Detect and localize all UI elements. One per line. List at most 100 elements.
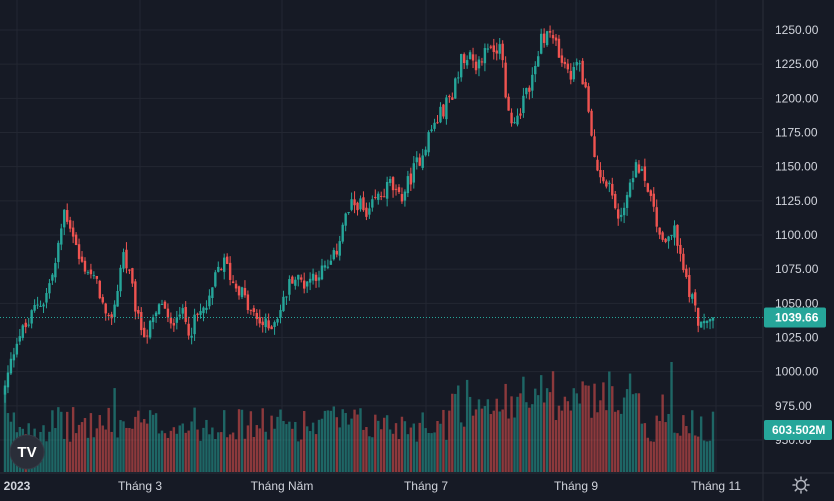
candle-body — [314, 274, 318, 281]
volume-bar — [525, 402, 528, 472]
volume-bar — [205, 419, 208, 472]
x-tick-label: 2023 — [4, 479, 31, 493]
volume-bar — [311, 422, 315, 472]
candle-body — [134, 281, 137, 312]
candle-body — [661, 232, 664, 240]
candle-body — [143, 327, 146, 338]
volume-bar — [702, 440, 706, 472]
candle-body — [685, 268, 688, 278]
volume-bar — [442, 409, 445, 472]
volume-bar — [154, 413, 158, 472]
candle-body — [542, 33, 546, 43]
settings-gear-icon[interactable] — [792, 476, 810, 494]
candle-body — [107, 314, 110, 316]
volume-bar — [122, 421, 125, 472]
volume-bar — [116, 437, 119, 472]
volume-bar — [667, 413, 670, 472]
candle-body — [694, 292, 697, 306]
candle-body — [125, 249, 128, 269]
candle-body — [415, 157, 418, 163]
volume-bar — [128, 428, 131, 472]
candle-body — [252, 308, 256, 312]
candle-body — [122, 252, 125, 269]
volume-bar — [243, 438, 247, 472]
volume-bar — [223, 410, 226, 472]
volume-bar — [137, 410, 140, 472]
candle-body — [462, 54, 466, 64]
volume-bar — [611, 386, 614, 472]
candle-body — [513, 122, 516, 124]
volume-bar — [433, 432, 436, 472]
volume-bar — [409, 427, 413, 472]
grid — [0, 0, 834, 501]
volume-bar — [356, 414, 359, 472]
candle-body — [427, 132, 430, 153]
volume-bar — [380, 429, 383, 472]
candle-body — [347, 212, 350, 214]
volume-bar — [519, 393, 522, 472]
volume-bar — [294, 421, 297, 472]
volume-bar — [258, 428, 261, 472]
candle-body — [15, 343, 19, 355]
volume-bar — [145, 423, 149, 472]
candle-body — [418, 157, 421, 166]
volume-bar — [421, 412, 424, 472]
candle-body — [528, 87, 531, 92]
volume-bar — [98, 415, 101, 472]
volume-bar — [48, 431, 51, 472]
volume-bar — [545, 388, 549, 472]
candle-body — [439, 106, 442, 123]
candle-body — [682, 253, 685, 271]
y-axis: 1250.00 1225.00 1200.00 1175.00 1150.00 1125.… — [764, 23, 832, 447]
volume-bar — [184, 432, 187, 472]
candle-body — [116, 290, 119, 307]
candle-body — [676, 224, 679, 246]
candle-body — [338, 241, 341, 256]
volume-bar — [646, 437, 650, 472]
volume-bar — [528, 407, 531, 472]
candle-body — [365, 207, 368, 217]
volume-bar — [397, 439, 401, 472]
volume-bar — [436, 421, 439, 472]
volume-bar — [66, 411, 69, 472]
candle-body — [42, 304, 45, 307]
candle-body — [495, 50, 498, 54]
candle-body — [89, 269, 93, 275]
candle-body — [60, 228, 63, 245]
volume-bar — [439, 423, 442, 472]
candle-body — [279, 310, 282, 318]
volume-bar — [353, 409, 356, 472]
candle-body — [39, 305, 42, 307]
tradingview-logo-icon[interactable]: TV — [9, 434, 45, 470]
volume-bar — [199, 440, 202, 472]
volume-bar — [359, 408, 362, 472]
volume-bar — [228, 434, 232, 472]
volume-bar — [134, 416, 137, 472]
candle-body — [163, 301, 167, 309]
candle-body — [539, 33, 543, 54]
volume-bar — [276, 416, 279, 472]
candle-body — [12, 354, 16, 361]
candle-body — [649, 190, 652, 196]
volume-bar — [480, 408, 484, 472]
candle-body — [554, 37, 558, 41]
volume-bar — [403, 421, 407, 472]
candle-body — [516, 115, 519, 125]
candle-body — [637, 164, 641, 173]
candle-body — [305, 281, 309, 287]
volume-bar — [534, 388, 537, 472]
candle-body — [211, 287, 214, 299]
candle-body — [584, 82, 587, 88]
volume-bar — [131, 428, 134, 472]
candle-body — [246, 294, 250, 310]
candle-body — [605, 181, 608, 187]
volume-bar — [608, 371, 611, 472]
candle-body — [424, 149, 427, 156]
candle-body — [178, 314, 181, 317]
candle-body — [24, 322, 27, 328]
candle-body — [507, 96, 510, 111]
candle-body — [640, 168, 644, 171]
candle-body — [83, 260, 87, 272]
volume-bar — [220, 432, 223, 472]
candle-body — [545, 31, 549, 46]
